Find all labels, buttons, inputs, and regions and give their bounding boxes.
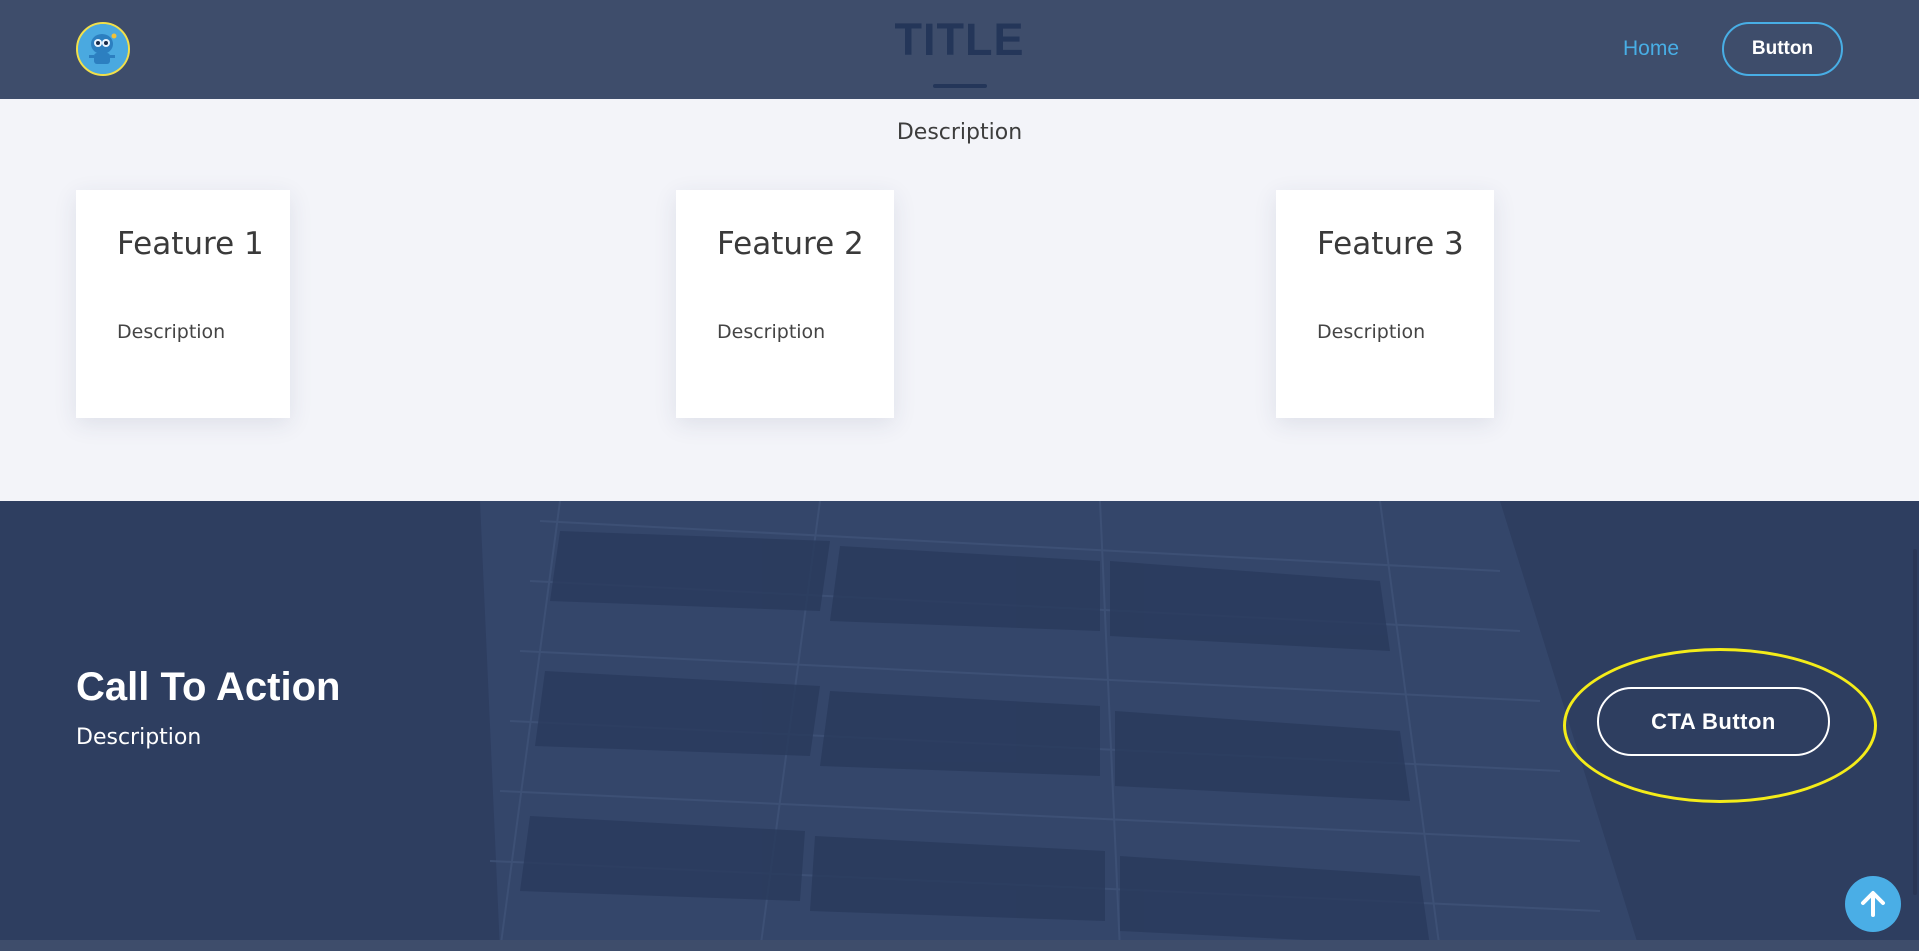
feature-card-2: Feature 2 Description [676, 190, 894, 418]
site-header: TITLE Home Button [0, 0, 1919, 99]
cta-section: Call To Action Description CTA Button [0, 501, 1919, 951]
feature-card-3: Feature 3 Description [1276, 190, 1494, 418]
title-underline [933, 84, 987, 88]
cta-description: Description [76, 725, 202, 750]
feature-card-1: Feature 1 Description [76, 190, 290, 418]
cta-heading: Call To Action [76, 665, 341, 709]
scroll-to-top-button[interactable] [1845, 876, 1901, 932]
footer-strip [0, 940, 1919, 951]
section-description: Description [896, 120, 1023, 145]
nav-link-home[interactable]: Home [1623, 37, 1679, 61]
cta-button[interactable]: CTA Button [1597, 687, 1830, 756]
feature-card-description: Description [117, 321, 226, 343]
feature-card-description: Description [717, 321, 826, 343]
feature-card-title: Feature 1 [117, 226, 264, 262]
header-button[interactable]: Button [1722, 22, 1843, 76]
feature-card-title: Feature 3 [1317, 226, 1464, 262]
scrollbar[interactable] [1913, 549, 1917, 895]
feature-card-title: Feature 2 [717, 226, 864, 262]
feature-card-description: Description [1317, 321, 1426, 343]
arrow-up-icon [1861, 891, 1885, 917]
